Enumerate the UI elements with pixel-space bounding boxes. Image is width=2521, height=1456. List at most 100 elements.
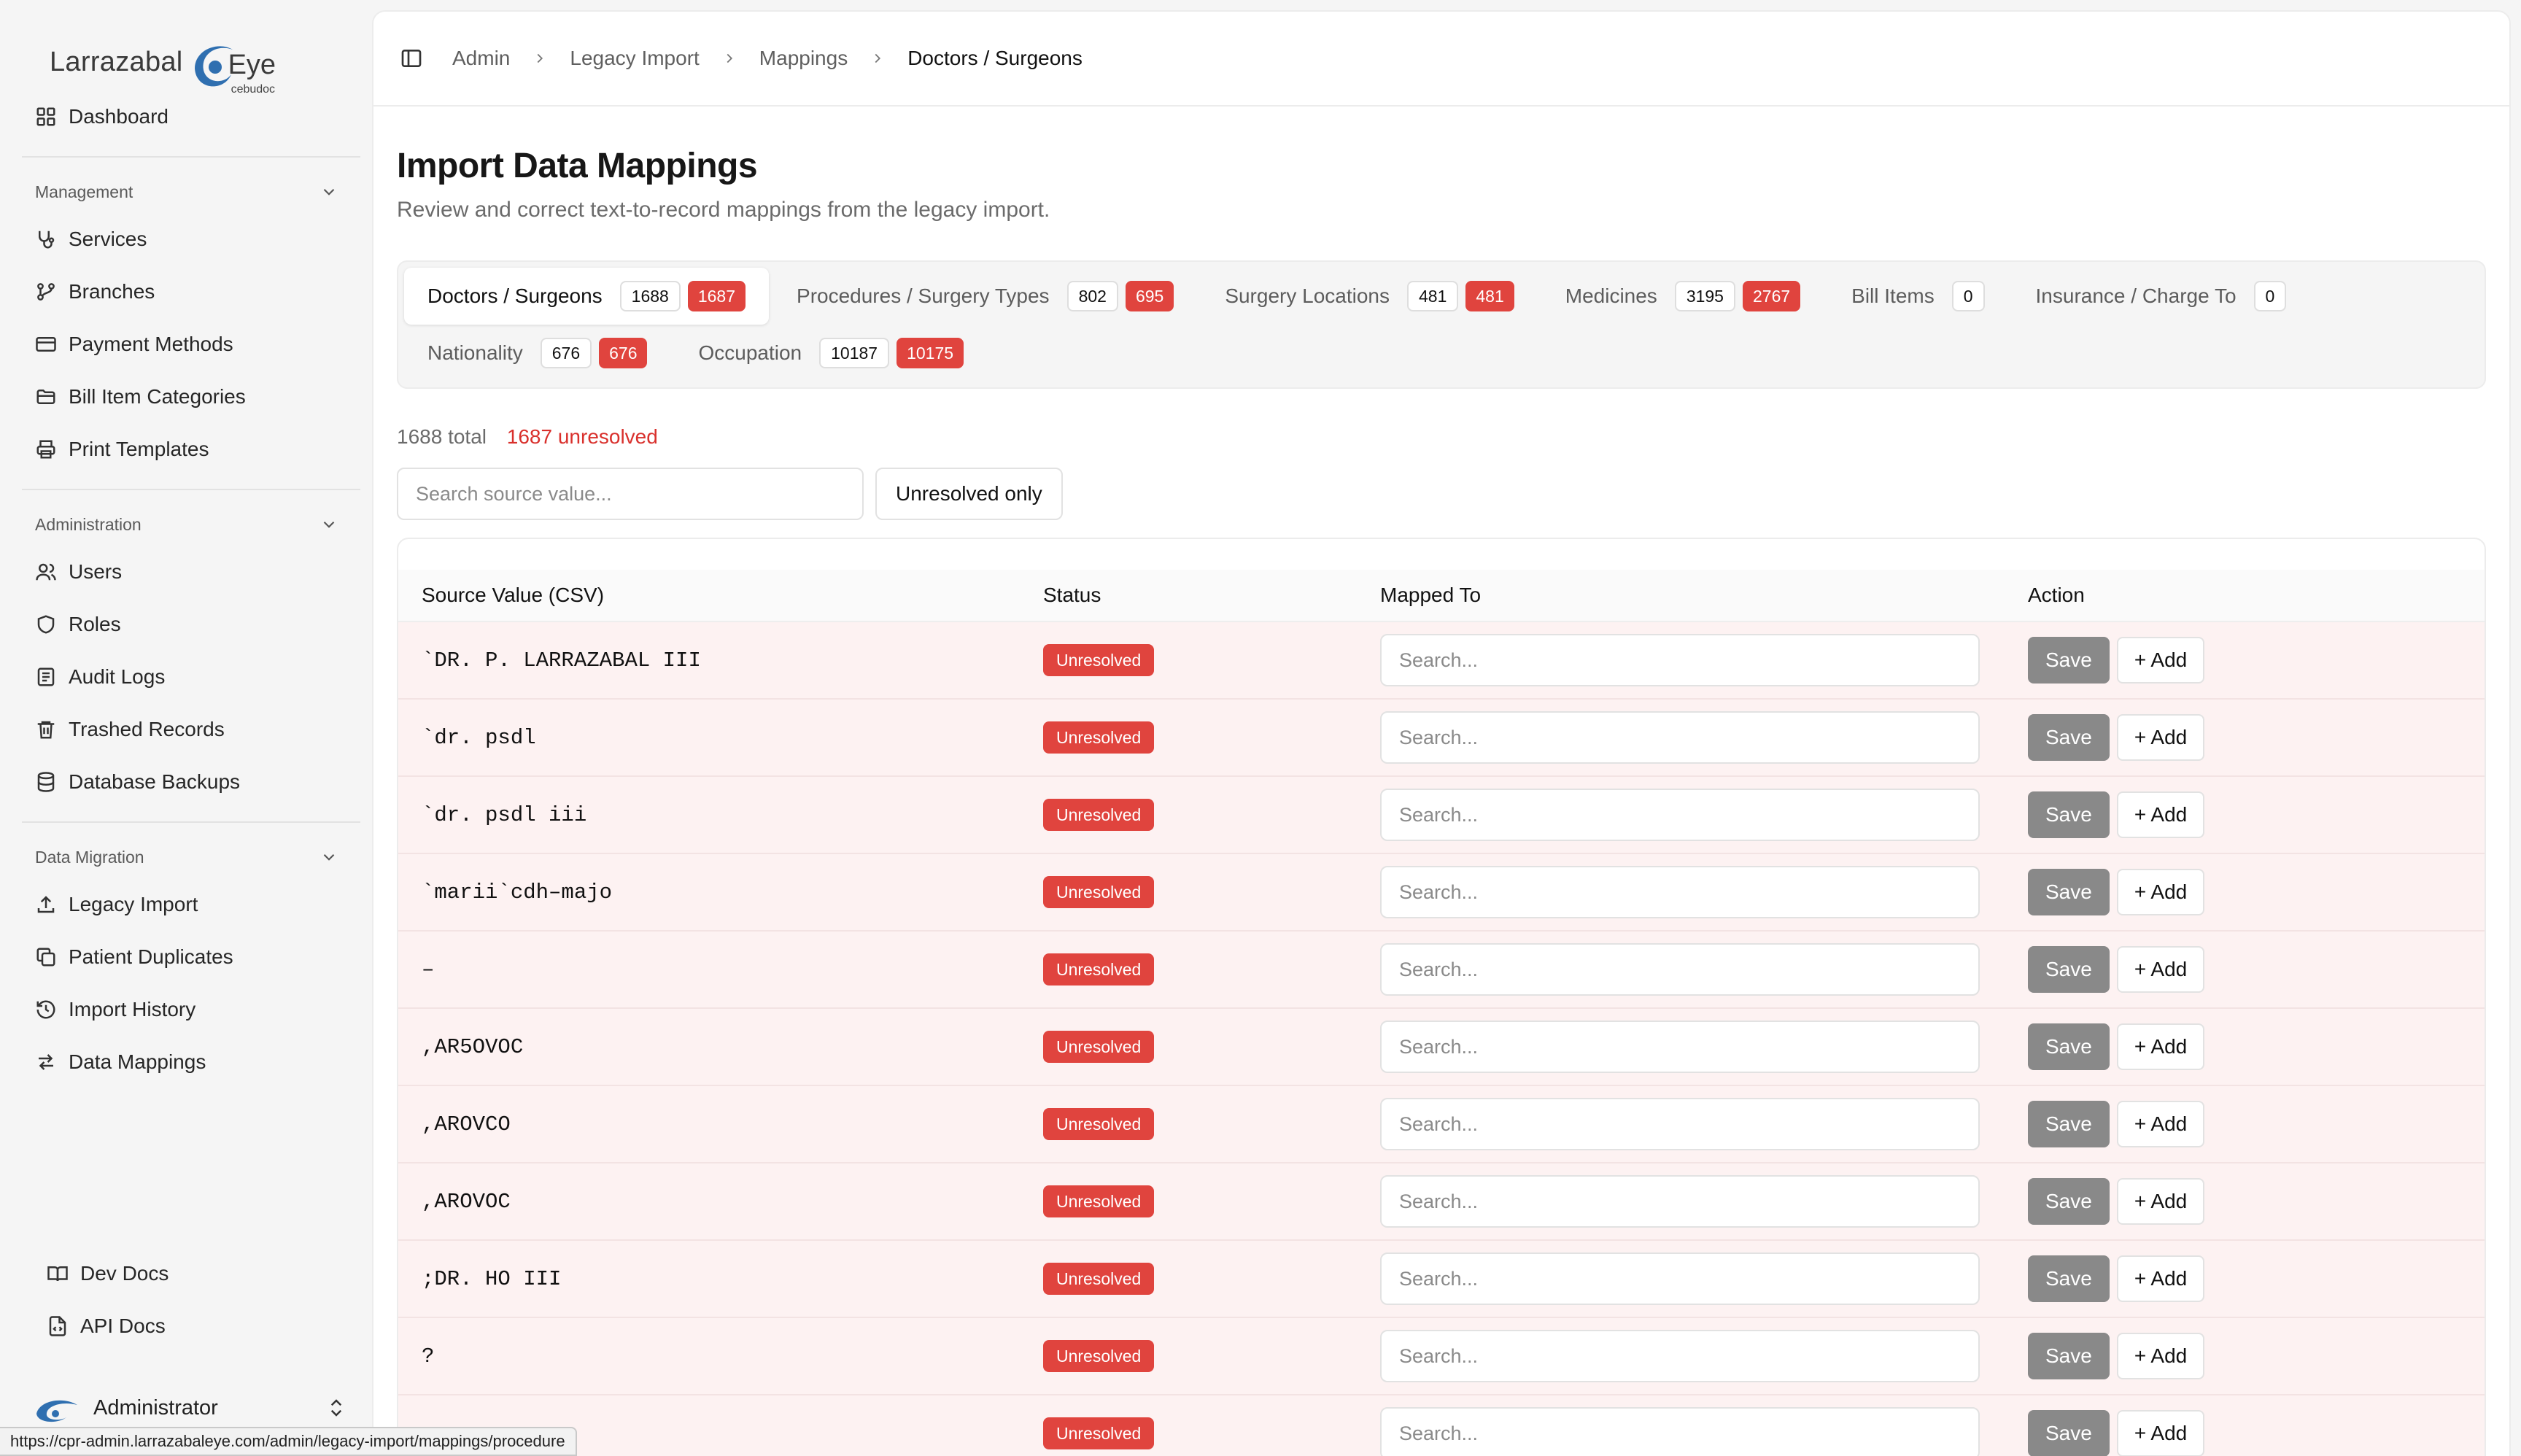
sidebar-item-roles[interactable]: Roles — [22, 598, 360, 651]
sidebar-item-bill-item-categories[interactable]: Bill Item Categories — [22, 371, 360, 423]
add-button[interactable]: + Add — [2116, 1178, 2205, 1225]
sidebar-item-users[interactable]: Users — [22, 546, 360, 598]
mapped-to-search-input[interactable] — [1380, 1252, 1980, 1305]
mapped-to-search-input[interactable] — [1380, 634, 1980, 686]
mapped-to-search-input[interactable] — [1380, 1175, 1980, 1228]
breadcrumb-mappings[interactable]: Mappings — [759, 47, 848, 70]
brand-name: Larrazabal — [50, 47, 183, 77]
save-button[interactable]: Save — [2028, 791, 2110, 838]
sidebar-item-data-mappings[interactable]: Data Mappings — [22, 1036, 360, 1088]
mapping-stats: 1688 total 1687 unresolved — [397, 425, 2486, 449]
sidebar-item-trashed-records[interactable]: Trashed Records — [22, 703, 360, 756]
sidebar-item-dashboard[interactable]: Dashboard — [22, 90, 360, 143]
breadcrumb-current: Doctors / Surgeons — [907, 47, 1083, 69]
unresolved-count: 1687 unresolved — [506, 425, 658, 448]
tab-surgery-locations[interactable]: Surgery Locations 481 481 — [1201, 268, 1537, 325]
mapped-to-search-input[interactable] — [1380, 1021, 1980, 1073]
main-panel: Admin Legacy Import Mappings Doctors / S… — [372, 10, 2511, 1456]
tab-label: Occupation — [698, 341, 802, 364]
copy-icon — [35, 946, 57, 968]
mapped-to-search-input[interactable] — [1380, 1098, 1980, 1150]
table-row: `dr. psdl Unresolved Save+ Add — [398, 700, 2485, 777]
tab-insurance-charge-to[interactable]: Insurance / Charge To 0 — [2013, 268, 2310, 325]
save-button[interactable]: Save — [2028, 869, 2110, 915]
mapped-to-search-input[interactable] — [1380, 943, 1980, 996]
save-button[interactable]: Save — [2028, 714, 2110, 761]
sidebar-item-dev-docs[interactable]: Dev Docs — [34, 1247, 169, 1300]
sidebar-item-legacy-import[interactable]: Legacy Import — [22, 878, 360, 931]
sidebar-item-patient-duplicates[interactable]: Patient Duplicates — [22, 931, 360, 983]
sidebar-item-label: Users — [69, 560, 123, 583]
save-button[interactable]: Save — [2028, 1255, 2110, 1302]
group-administration-toggle[interactable]: Administration — [22, 503, 360, 546]
count-badge: 3195 — [1674, 281, 1735, 311]
tab-medicines[interactable]: Medicines 3195 2767 — [1542, 268, 1824, 325]
unresolved-only-toggle[interactable]: Unresolved only — [875, 468, 1063, 520]
branch-icon — [35, 281, 57, 303]
sidebar-item-database-backups[interactable]: Database Backups — [22, 756, 360, 808]
header-mapped-to: Mapped To — [1380, 584, 1482, 606]
save-button[interactable]: Save — [2028, 1333, 2110, 1379]
save-button[interactable]: Save — [2028, 1410, 2110, 1456]
sidebar-item-audit-logs[interactable]: Audit Logs — [22, 651, 360, 703]
add-button[interactable]: + Add — [2116, 1410, 2205, 1456]
group-title: Administration — [35, 514, 142, 534]
table-row: ? Unresolved Save+ Add — [398, 1318, 2485, 1395]
save-button[interactable]: Save — [2028, 1101, 2110, 1147]
breadcrumb-legacy-import[interactable]: Legacy Import — [570, 47, 699, 70]
mapped-to-search-input[interactable] — [1380, 866, 1980, 918]
add-button[interactable]: + Add — [2116, 946, 2205, 993]
sidebar-footer-links: Dev Docs API Docs — [34, 1247, 169, 1352]
unresolved-badge: 10175 — [897, 338, 964, 368]
sidebar-toggle-icon[interactable] — [400, 47, 423, 70]
add-button[interactable]: + Add — [2116, 1023, 2205, 1070]
sidebar-item-api-docs[interactable]: API Docs — [34, 1300, 169, 1352]
sidebar-item-import-history[interactable]: Import History — [22, 983, 360, 1036]
header-status: Status — [1043, 584, 1101, 606]
add-button[interactable]: + Add — [2116, 791, 2205, 838]
sidebar-item-print-templates[interactable]: Print Templates — [22, 423, 360, 476]
credit-card-icon — [35, 333, 57, 355]
tab-procedures-surgery-types[interactable]: Procedures / Surgery Types 802 695 — [773, 268, 1197, 325]
upload-icon — [35, 894, 57, 915]
source-value: `dr. psdl — [422, 725, 536, 750]
count-badge: 0 — [2253, 281, 2287, 311]
add-button[interactable]: + Add — [2116, 714, 2205, 761]
table-row: – Unresolved Save+ Add — [398, 932, 2485, 1009]
add-button[interactable]: + Add — [2116, 637, 2205, 684]
sidebar-item-label: Print Templates — [69, 438, 209, 460]
sidebar-item-payment-methods[interactable]: Payment Methods — [22, 318, 360, 371]
breadcrumb-admin[interactable]: Admin — [452, 47, 510, 70]
add-button[interactable]: + Add — [2116, 869, 2205, 915]
sidebar-divider — [22, 489, 360, 490]
tab-bill-items[interactable]: Bill Items 0 — [1828, 268, 2007, 325]
tab-nationality[interactable]: Nationality 676 676 — [404, 325, 670, 382]
save-button[interactable]: Save — [2028, 1023, 2110, 1070]
group-data-migration-toggle[interactable]: Data Migration — [22, 836, 360, 878]
group-title: Management — [35, 182, 133, 201]
tab-doctors-surgeons[interactable]: Doctors / Surgeons 1688 1687 — [404, 268, 770, 325]
tab-occupation[interactable]: Occupation 10187 10175 — [675, 325, 987, 382]
sidebar-divider — [22, 156, 360, 158]
add-button[interactable]: + Add — [2116, 1333, 2205, 1379]
save-button[interactable]: Save — [2028, 946, 2110, 993]
add-button[interactable]: + Add — [2116, 1255, 2205, 1302]
unresolved-badge: 481 — [1465, 281, 1514, 311]
mapped-to-search-input[interactable] — [1380, 789, 1980, 841]
save-button[interactable]: Save — [2028, 637, 2110, 684]
add-button[interactable]: + Add — [2116, 1101, 2205, 1147]
source-search-input[interactable] — [397, 468, 864, 520]
source-value: ,AROVOC — [422, 1189, 511, 1214]
status-badge: Unresolved — [1043, 1263, 1155, 1295]
group-management-toggle[interactable]: Management — [22, 171, 360, 213]
save-button[interactable]: Save — [2028, 1178, 2110, 1225]
sidebar-item-branches[interactable]: Branches — [22, 266, 360, 318]
mapped-to-search-input[interactable] — [1380, 711, 1980, 764]
mapped-to-search-input[interactable] — [1380, 1407, 1980, 1456]
unresolved-badge: 2767 — [1742, 281, 1801, 311]
eye-logo-mark: Eye cebudoc — [187, 25, 282, 96]
mapped-to-search-input[interactable] — [1380, 1330, 1980, 1382]
table-row: `dr. psdl iii Unresolved Save+ Add — [398, 777, 2485, 854]
sidebar-item-services[interactable]: Services — [22, 213, 360, 266]
brand-logo[interactable]: Larrazabal Eye cebudoc — [22, 10, 360, 96]
